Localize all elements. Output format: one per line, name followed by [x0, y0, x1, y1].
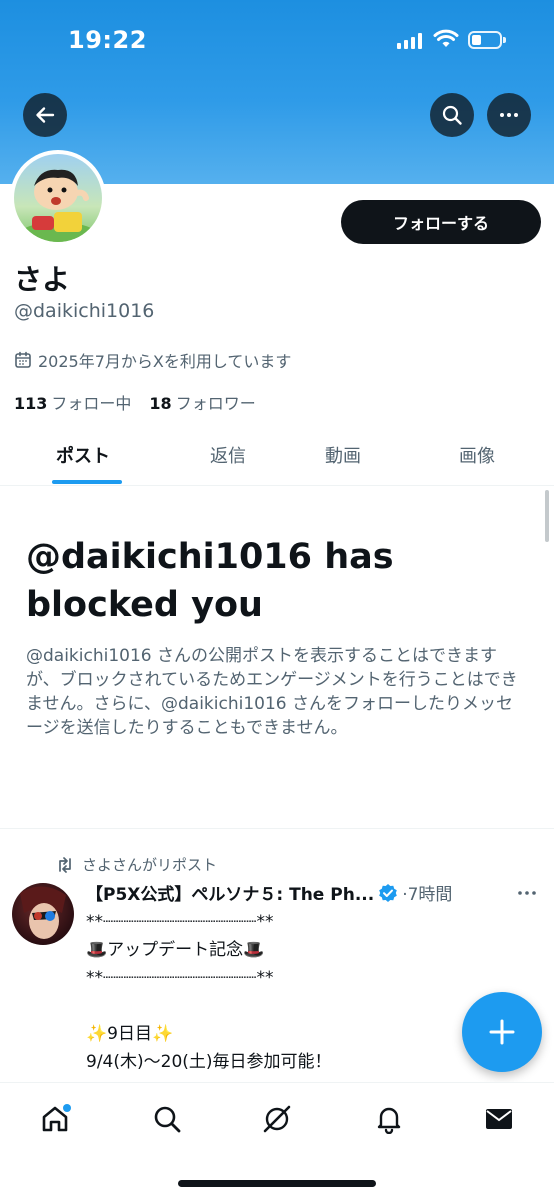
joined-date: 2025年7月からXを利用しています	[14, 348, 291, 372]
home-icon	[42, 1104, 71, 1132]
cellular-signal-icon	[397, 33, 422, 49]
wifi-icon	[433, 29, 459, 47]
notifications-icon	[377, 1107, 401, 1134]
tab-videos[interactable]: 動画	[325, 442, 361, 468]
home-indicator[interactable]	[178, 1180, 376, 1187]
followers-link[interactable]: 18 フォロワー	[149, 390, 255, 414]
profile-tabs: ポスト 返信 動画 画像	[0, 430, 554, 486]
grok-icon	[263, 1105, 291, 1133]
calendar-icon	[15, 351, 31, 368]
repost-icon	[59, 856, 71, 873]
search-icon	[442, 105, 462, 125]
more-horizontal-icon	[518, 891, 536, 895]
tab-images[interactable]: 画像	[459, 442, 495, 468]
more-horizontal-icon	[500, 113, 518, 117]
repost-label: さよさんがリポスト	[82, 856, 218, 874]
follow-stats: 113 フォロー中 18 フォロワー	[14, 390, 256, 414]
plus-icon	[489, 1019, 515, 1045]
following-link[interactable]: 113 フォロー中	[14, 390, 131, 414]
post-timestamp[interactable]: ·7時間	[402, 880, 452, 905]
post-more-button[interactable]	[516, 882, 538, 908]
nav-search[interactable]	[149, 1101, 185, 1137]
joined-text: 2025年7月からXを利用しています	[38, 352, 292, 371]
status-bar: 19:22	[0, 0, 554, 80]
battery-icon	[468, 31, 506, 49]
messages-icon	[486, 1109, 512, 1129]
nav-home[interactable]	[37, 1101, 73, 1137]
followers-count: 18	[149, 394, 172, 413]
nav-messages[interactable]	[481, 1101, 517, 1137]
tab-replies[interactable]: 返信	[210, 442, 246, 468]
following-count: 113	[14, 394, 48, 413]
search-button[interactable]	[430, 93, 474, 137]
blocked-message: @daikichi1016 さんの公開ポストを表示することはできますが、ブロック…	[26, 646, 518, 738]
avatar-image	[14, 154, 102, 242]
nav-grok[interactable]	[259, 1101, 295, 1137]
nav-notifications[interactable]	[371, 1101, 407, 1137]
compose-button[interactable]	[462, 992, 542, 1072]
display-name: さよ	[14, 263, 71, 296]
tab-posts[interactable]: ポスト	[56, 442, 110, 468]
back-button[interactable]	[23, 93, 67, 137]
repost-indicator[interactable]: さよさんがリポスト	[56, 854, 217, 875]
more-options-button[interactable]	[487, 93, 531, 137]
arrow-left-icon	[36, 107, 55, 123]
status-time: 19:22	[68, 26, 147, 54]
post-author-name[interactable]: 【P5X公式】ペルソナ５: The Ph...	[86, 880, 374, 905]
follow-button[interactable]: フォローする	[341, 200, 541, 244]
verified-badge-icon	[379, 883, 398, 902]
followers-label: フォロワー	[175, 394, 256, 413]
post-header: 【P5X公式】ペルソナ５: The Ph... ·7時間	[86, 880, 506, 905]
post-author-avatar[interactable]	[12, 883, 74, 945]
following-label: フォロー中	[51, 394, 132, 413]
user-handle: @daikichi1016	[14, 300, 155, 322]
blocked-title: @daikichi1016 has blocked you	[26, 537, 394, 625]
divider	[0, 828, 554, 829]
active-tab-indicator	[52, 480, 122, 484]
profile-avatar[interactable]	[10, 150, 106, 246]
search-icon	[154, 1106, 181, 1133]
scrollbar[interactable]	[545, 490, 549, 542]
